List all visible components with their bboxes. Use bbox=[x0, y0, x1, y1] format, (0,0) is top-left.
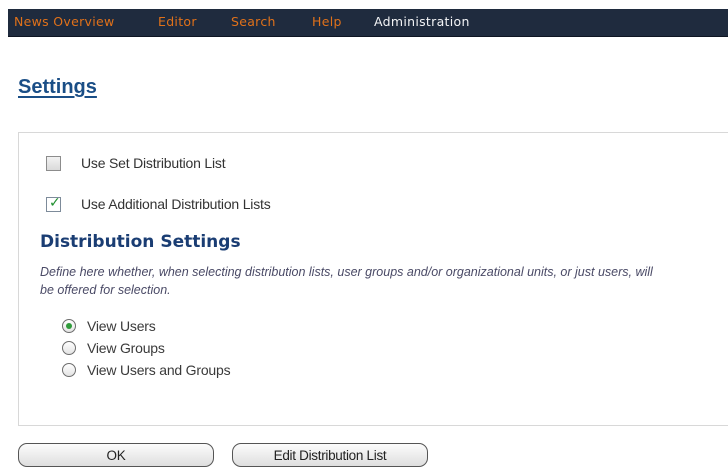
radio-option-view-users[interactable]: View Users bbox=[62, 317, 156, 335]
view-users-label: View Users bbox=[87, 318, 156, 334]
view-users-radio[interactable] bbox=[62, 319, 76, 333]
view-groups-label: View Groups bbox=[87, 340, 165, 356]
use-additional-distribution-lists-option[interactable]: ✓ Use Additional Distribution Lists bbox=[46, 195, 271, 213]
view-users-and-groups-label: View Users and Groups bbox=[87, 362, 231, 378]
use-set-distribution-list-checkbox[interactable] bbox=[46, 155, 61, 171]
page-title: Settings bbox=[18, 76, 97, 98]
checkmark-icon: ✓ bbox=[49, 194, 61, 211]
ok-button[interactable]: OK bbox=[18, 443, 214, 467]
menu-news-overview[interactable]: News Overview bbox=[14, 14, 115, 29]
distribution-settings-description: Define here whether, when selecting dist… bbox=[40, 265, 653, 297]
main-menu-bar: News Overview Editor Search Help Adminis… bbox=[8, 9, 728, 37]
menu-search[interactable]: Search bbox=[231, 14, 276, 29]
menu-administration[interactable]: Administration bbox=[374, 14, 470, 29]
menu-editor[interactable]: Editor bbox=[158, 14, 197, 29]
use-additional-distribution-lists-checkbox[interactable]: ✓ bbox=[46, 194, 61, 212]
use-set-distribution-list-label: Use Set Distribution List bbox=[81, 155, 226, 171]
radio-option-view-users-and-groups[interactable]: View Users and Groups bbox=[62, 361, 231, 379]
edit-distribution-list-button[interactable]: Edit Distribution List bbox=[232, 443, 428, 467]
menu-help[interactable]: Help bbox=[312, 14, 342, 29]
view-users-and-groups-radio[interactable] bbox=[62, 363, 76, 377]
distribution-settings-heading: Distribution Settings bbox=[40, 232, 241, 252]
view-groups-radio[interactable] bbox=[62, 341, 76, 355]
use-set-distribution-list-option[interactable]: Use Set Distribution List bbox=[46, 154, 226, 172]
radio-option-view-groups[interactable]: View Groups bbox=[62, 339, 165, 357]
use-additional-distribution-lists-label: Use Additional Distribution Lists bbox=[81, 196, 271, 212]
